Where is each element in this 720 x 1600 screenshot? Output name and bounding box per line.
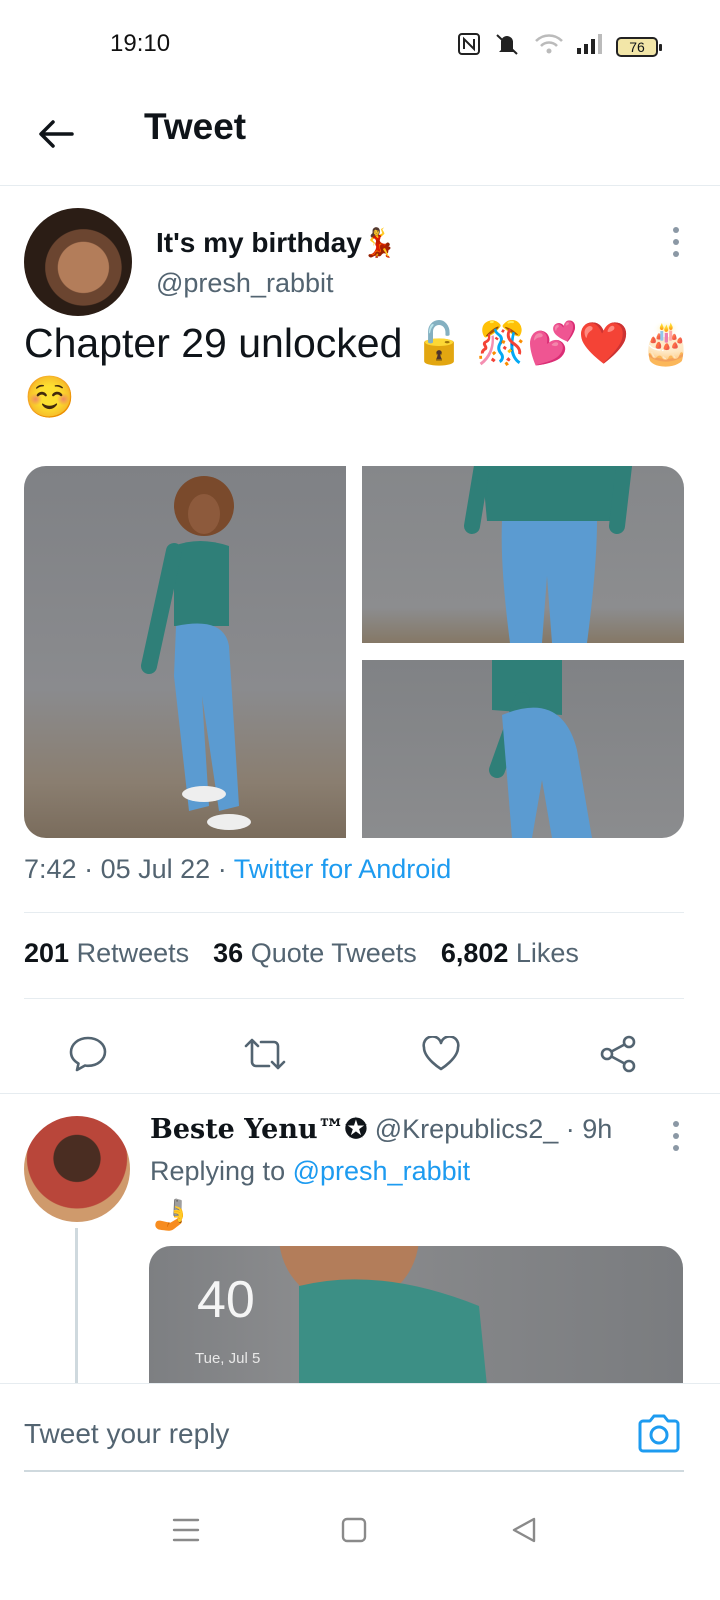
media-date: Tue, Jul 5 [195,1350,261,1367]
retweet-button[interactable] [237,1026,293,1082]
media-image-3[interactable] [362,660,684,838]
battery-icon: 76 [616,36,662,57]
share-icon [600,1035,636,1073]
author-name[interactable]: It's my birthday💃 [156,226,397,259]
media-image-1[interactable] [24,466,346,838]
media-image-2[interactable] [362,466,684,643]
recents-button[interactable] [166,1510,206,1550]
likes-count: 6,802 [440,938,509,968]
reply-compose[interactable]: Tweet your reply [0,1383,720,1473]
back-nav-button[interactable] [504,1510,544,1550]
quote-tweets-label: Quote Tweets [250,938,417,968]
mute-icon [492,32,522,61]
reply-media-image[interactable]: 40 Tue, Jul 5 [149,1246,683,1384]
divider [24,998,684,999]
retweets-count: 201 [24,938,70,968]
home-button[interactable] [334,1510,374,1550]
author-handle[interactable]: @presh_rabbit [156,268,334,299]
nfc-icon [458,33,480,60]
meta-separator: · [217,854,227,884]
divider [24,912,684,913]
reply-time: · 9h [565,1114,613,1144]
tweet-source-link[interactable]: Twitter for Android [234,854,452,884]
media-clock: 40 [197,1271,255,1329]
more-vertical-icon [673,227,679,257]
menu-icon [172,1518,200,1542]
triangle-back-icon [512,1517,536,1543]
replying-mention-link[interactable]: @presh_rabbit [293,1156,471,1186]
status-icons: 76 [458,32,662,61]
share-button[interactable] [590,1026,646,1082]
camera-button[interactable] [636,1412,682,1454]
retweet-icon [244,1038,286,1070]
reply-author-handle[interactable]: @Krepublics2_ [375,1114,559,1144]
heart-icon [422,1036,460,1071]
tweet-stats: 201 Retweets 36 Quote Tweets 6,802 Likes [24,938,579,969]
avatar[interactable] [24,208,132,316]
quote-tweets-count: 36 [213,938,244,968]
reply-input-underline [24,1470,684,1472]
retweets-label: Retweets [76,938,190,968]
tweet-date: 05 Jul 22 [100,854,211,884]
likes-label: Likes [515,938,579,968]
tweet-meta: 7:42 · 05 Jul 22 · Twitter for Android [24,854,451,885]
tweet-time: 7:42 [24,854,77,884]
header: Tweet [0,90,720,186]
reply-author-name[interactable]: Beste Yenu™✪ [150,1114,367,1145]
media-grid [24,466,684,838]
replying-to: Replying to @presh_rabbit [150,1156,470,1187]
system-nav-bar [0,1486,720,1600]
more-vertical-icon [673,1121,679,1151]
reply-icon [69,1036,107,1072]
square-icon [341,1517,367,1543]
reply-text: 🤳 [152,1199,190,1232]
like-button[interactable] [413,1026,469,1082]
tweet-actions [0,1026,720,1096]
quote-tweets-stat[interactable]: 36 Quote Tweets [213,938,417,969]
more-options-button[interactable] [664,1116,688,1156]
reply-header: Beste Yenu™✪ @Krepublics2_ · 9h [150,1114,612,1145]
wifi-icon [534,32,564,61]
reply-button[interactable] [60,1026,116,1082]
thread-line [75,1228,78,1384]
likes-stat[interactable]: 6,802 Likes [441,938,579,969]
signal-icon [576,33,604,60]
reply-input[interactable]: Tweet your reply [24,1418,229,1450]
avatar[interactable] [24,1116,130,1222]
back-button[interactable] [30,108,82,160]
status-time: 19:10 [110,30,171,57]
status-bar: 19:10 76 [0,0,720,90]
retweets-stat[interactable]: 201 Retweets [24,938,189,969]
tweet-text: Chapter 29 unlocked 🔓 🎊💕❤️ 🎂☺️ [24,320,692,420]
meta-separator: · [84,854,94,884]
replying-prefix: Replying to [150,1156,286,1186]
camera-icon [638,1414,680,1453]
arrow-left-icon [39,120,74,148]
more-options-button[interactable] [664,222,688,262]
page-title: Tweet [144,106,247,147]
reply-tweet[interactable]: Beste Yenu™✪ @Krepublics2_ · 9h Replying… [0,1094,720,1384]
